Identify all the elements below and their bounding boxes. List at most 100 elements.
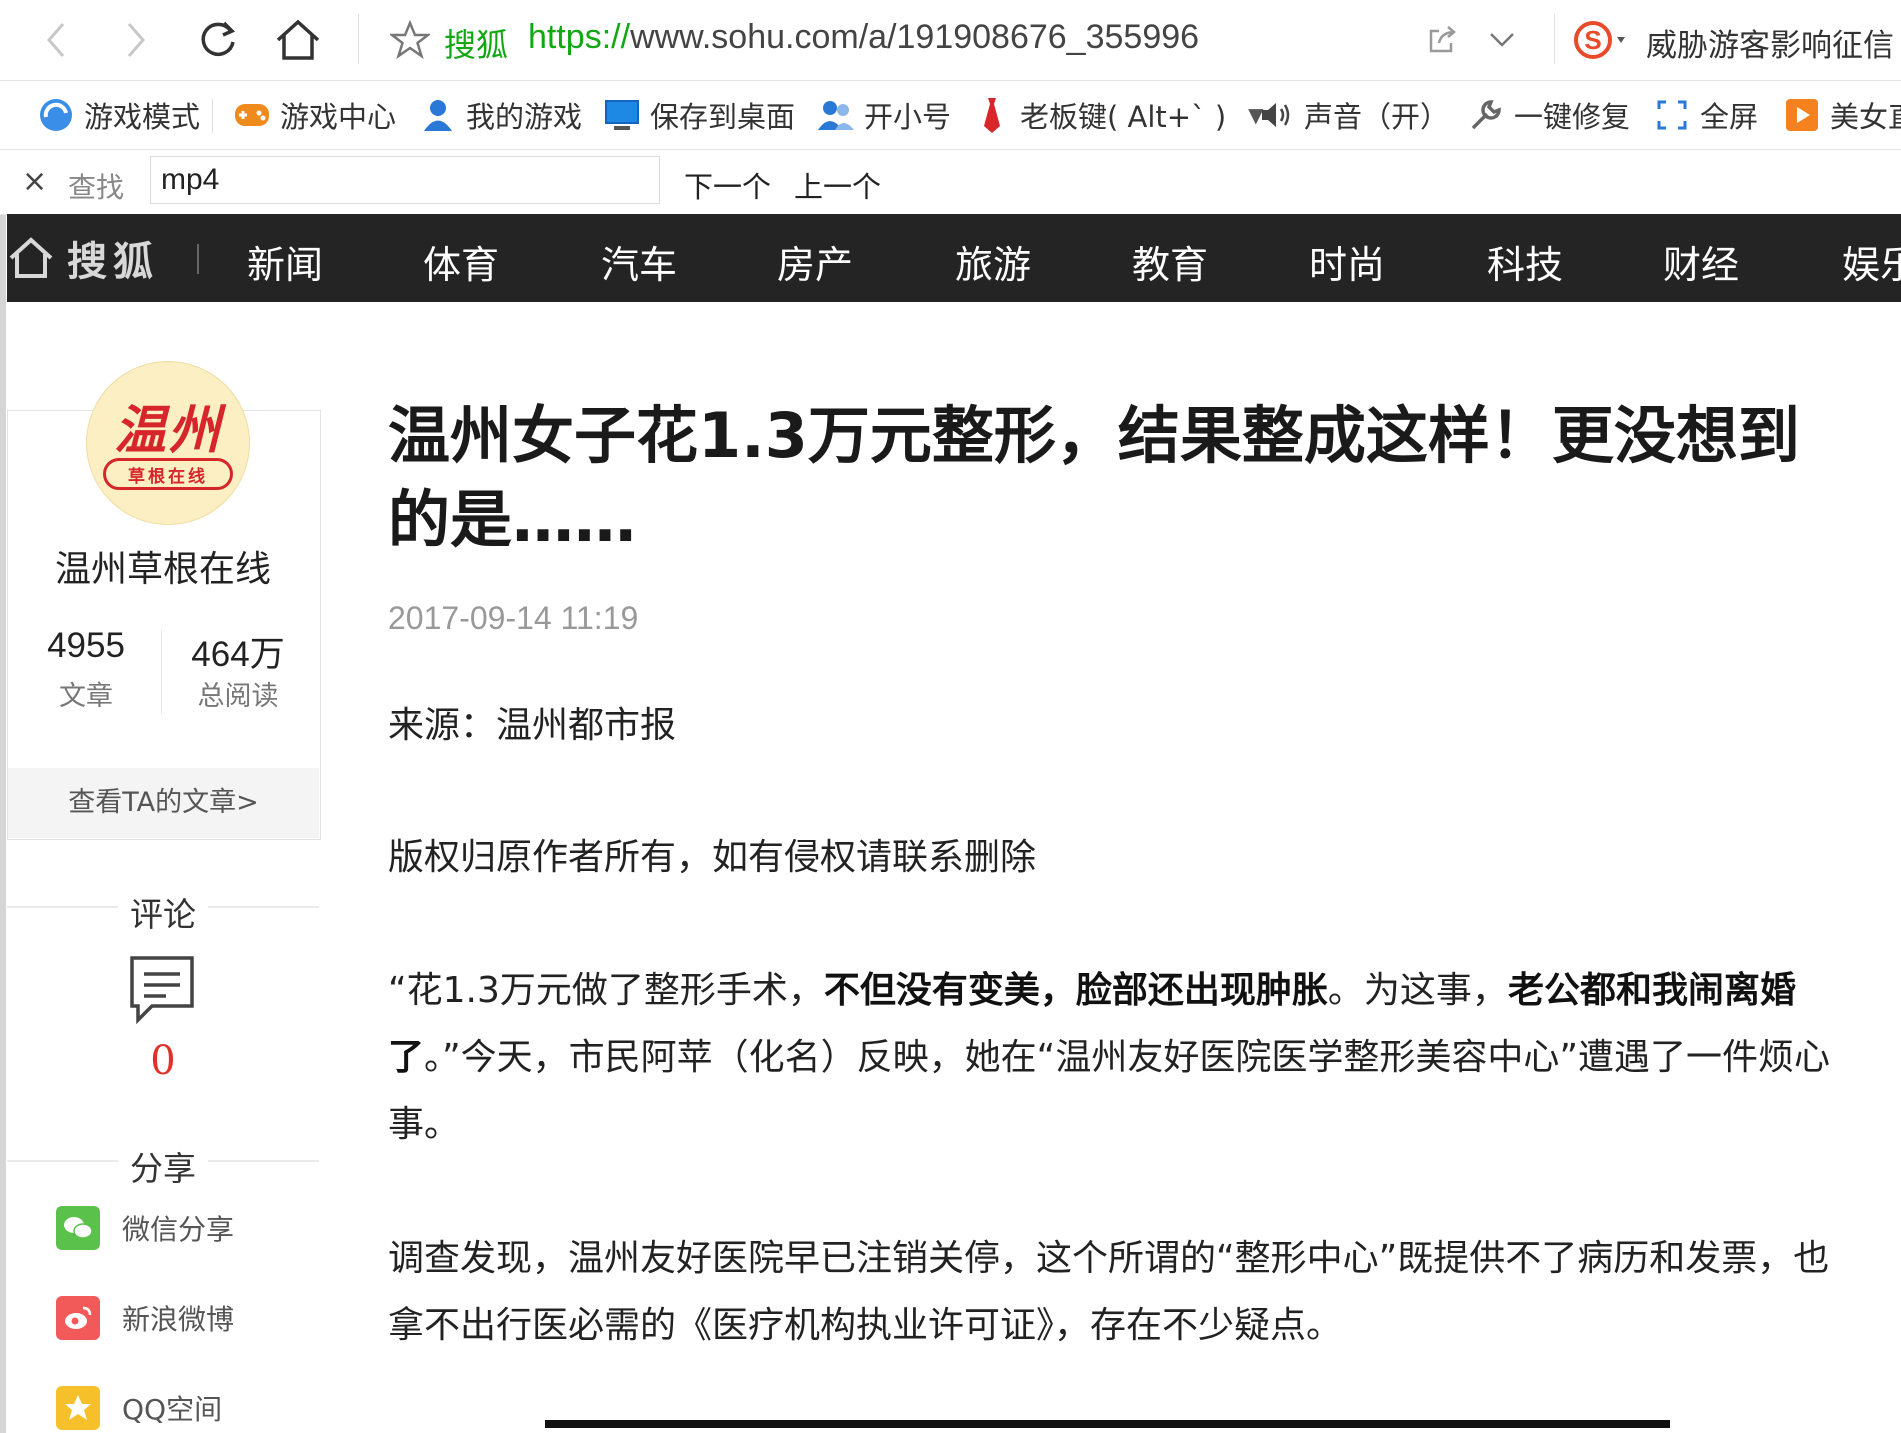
avatar[interactable]: 温州 草根在线	[86, 361, 250, 525]
play-icon	[1782, 97, 1822, 133]
avatar-subtitle: 草根在线	[128, 466, 208, 487]
share-label: 新浪微博	[122, 1303, 235, 1336]
comment-icon[interactable]	[128, 954, 198, 1028]
sogou-icon: S	[1574, 21, 1625, 59]
monitor-icon	[602, 97, 642, 133]
nav-house[interactable]: 房产	[777, 234, 853, 289]
search-suggestion[interactable]: 威胁游客影响征信	[1646, 20, 1894, 65]
chevron-right-icon	[127, 23, 145, 57]
comments-header: 评论	[7, 888, 319, 936]
view-articles-link[interactable]: 查看TA的文章>	[8, 768, 319, 838]
share-icon	[1429, 26, 1456, 53]
back-button[interactable]	[28, 14, 84, 66]
gamepad-icon	[232, 97, 272, 133]
toolbar-live[interactable]: 美女直	[1782, 93, 1901, 137]
speaker-icon	[1256, 97, 1296, 133]
bookmark-button[interactable]	[382, 14, 438, 66]
share-page-button[interactable]	[1414, 14, 1470, 66]
address-bar: 搜狐 https://www.sohu.com/a/191908676_3559…	[0, 0, 1901, 81]
qzone-icon	[56, 1386, 100, 1430]
toolbar-label: 全屏	[1700, 100, 1759, 134]
toolbar-sound[interactable]: 声音（开）	[1256, 93, 1449, 137]
stat-divider	[161, 630, 162, 714]
toolbar-save-desktop[interactable]: 保存到桌面	[602, 93, 795, 137]
reads-count: 464万	[191, 635, 285, 674]
article-paragraph-2: 调查发现，温州友好医院早已注销关停，这个所谓的“整形中心”既提供不了病历和发票，…	[388, 1238, 1830, 1346]
toolbar-label: 游戏模式	[84, 100, 201, 134]
nav-education[interactable]: 教育	[1132, 234, 1208, 289]
toolbar-fullscreen[interactable]: 全屏	[1652, 93, 1758, 137]
find-next-button[interactable]: 下一个	[684, 164, 771, 206]
nav-finance[interactable]: 财经	[1663, 234, 1739, 289]
comment-count[interactable]: 0	[7, 1038, 319, 1084]
toolbar-label: 声音（开）	[1304, 100, 1450, 134]
nav-sports[interactable]: 体育	[423, 234, 499, 289]
toolbar-boss-key[interactable]: 老板键( Alt+` ) ▼	[972, 93, 1264, 137]
articles-count: 4955	[47, 626, 125, 665]
toolbar-label: 保存到桌面	[650, 100, 796, 134]
url-protocol: https://	[528, 18, 631, 56]
site-name: 搜狐	[444, 26, 509, 64]
nav-entertainment[interactable]: 娱乐	[1842, 234, 1901, 289]
share-title: 分享	[118, 1149, 208, 1188]
svg-text:S: S	[1584, 25, 1601, 55]
nav-travel[interactable]: 旅游	[955, 234, 1031, 289]
toolbar-my-games[interactable]: 我的游戏	[418, 93, 582, 137]
author-name[interactable]: 温州草根在线	[7, 540, 319, 592]
share-header: 分享	[7, 1142, 319, 1190]
sohu-logo-text: 搜狐	[67, 239, 159, 285]
article-title: 温州女子花1.3万元整形，结果整成这样！更没想到的是……	[388, 399, 1800, 556]
chevron-down-icon	[1490, 33, 1514, 47]
wrench-icon	[1466, 97, 1506, 133]
url-field[interactable]: https://www.sohu.com/a/191908676_355996	[528, 18, 1199, 57]
reload-button[interactable]	[190, 14, 246, 66]
nav-auto[interactable]: 汽车	[601, 234, 677, 289]
toolbar-game-center[interactable]: 游戏中心	[232, 93, 396, 137]
p1-text: 。为这事，	[1327, 970, 1508, 1011]
nav-fashion[interactable]: 时尚	[1309, 234, 1385, 289]
wechat-icon	[56, 1206, 100, 1250]
share-qzone[interactable]: QQ空间	[56, 1384, 222, 1432]
search-engine-button[interactable]: S	[1568, 14, 1638, 66]
site-navigation: 搜狐 新闻 体育 汽车 房产 旅游 教育 时尚 科技 财经 娱乐	[7, 214, 1901, 302]
article-source: 来源：温州都市报	[388, 705, 677, 746]
toolbar-label: 美女直	[1830, 100, 1901, 134]
game-mode-icon	[36, 97, 76, 133]
find-input[interactable]	[150, 156, 660, 204]
toolbar-label: 老板键( Alt+` )	[1020, 100, 1227, 134]
nav-tech[interactable]: 科技	[1487, 234, 1563, 289]
toolbar-label: 开小号	[864, 100, 952, 134]
avatar-title: 温州	[113, 400, 222, 461]
address-dropdown-button[interactable]	[1474, 14, 1530, 66]
find-close-button[interactable]: ×	[22, 164, 47, 199]
browser-toolbar: 游戏模式 游戏中心 我的游戏 保存到桌面 开小号 老板键( Alt+` ) ▼ …	[0, 81, 1901, 150]
comments-title: 评论	[118, 895, 208, 934]
user-icon	[418, 97, 458, 133]
find-prev-button[interactable]: 上一个	[794, 164, 881, 206]
share-weibo[interactable]: 新浪微博	[56, 1294, 234, 1342]
article-copyright: 版权归原作者所有，如有侵权请联系删除	[388, 837, 1037, 878]
toolbar-repair[interactable]: 一键修复	[1466, 93, 1630, 137]
find-bar: × 查找 下一个 上一个	[0, 150, 1901, 215]
reads-label: 总阅读	[197, 681, 279, 712]
p1-text: “花1.3万元做了整形手术，	[388, 970, 824, 1011]
star-icon	[390, 20, 430, 60]
toolbar-label: 游戏中心	[280, 100, 397, 134]
toolbar-game-mode[interactable]: 游戏模式	[36, 93, 200, 137]
p1-bold: 不但没有变美，脸部还出现肿胀	[823, 970, 1328, 1011]
nav-news[interactable]: 新闻	[247, 234, 323, 289]
article-time: 2017-09-14 11:19	[388, 600, 639, 636]
find-label: 查找	[68, 171, 125, 204]
home-button[interactable]	[270, 14, 326, 66]
url-path: www.sohu.com/a/191908676_355996	[630, 18, 1200, 56]
share-wechat[interactable]: 微信分享	[56, 1204, 234, 1252]
reload-icon	[201, 21, 236, 57]
users-icon	[816, 97, 856, 133]
sohu-logo[interactable]: 搜狐	[7, 214, 159, 302]
toolbar-alt-account[interactable]: 开小号	[816, 93, 951, 137]
home-icon	[9, 237, 53, 278]
article-paragraph-1: “花1.3万元做了整形手术，不但没有变美，脸部还出现肿胀。为这事，老公都和我闹离…	[388, 957, 1848, 1158]
share-label: 微信分享	[122, 1213, 235, 1246]
share-label: QQ空间	[122, 1393, 223, 1426]
forward-button[interactable]	[108, 14, 164, 66]
